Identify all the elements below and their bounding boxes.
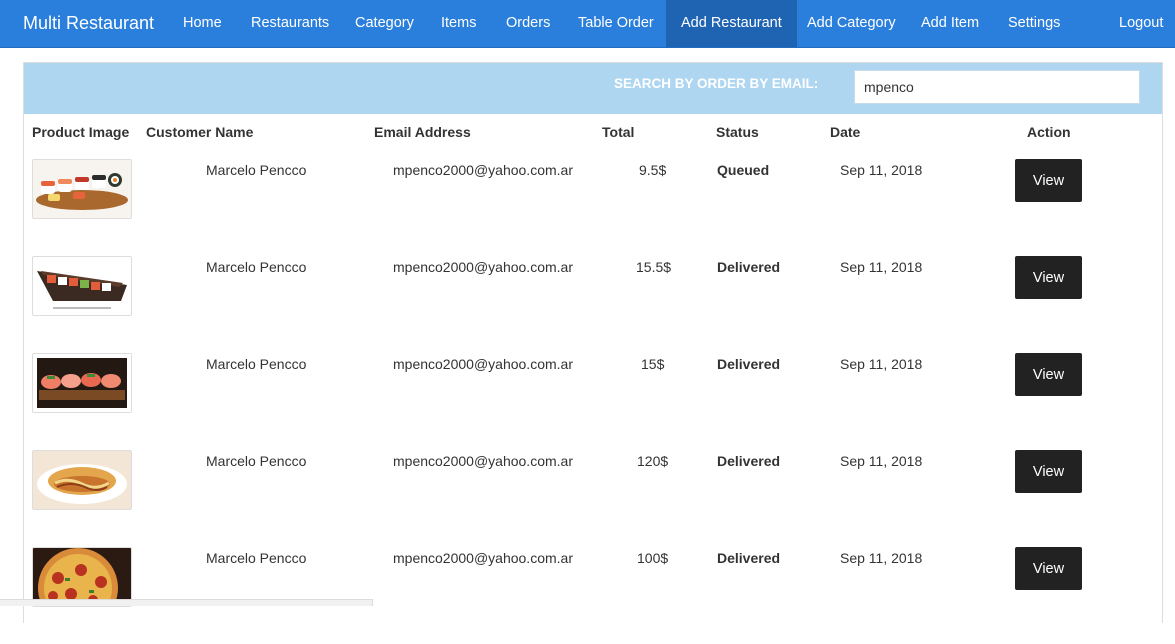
nav-table-order[interactable]: Table Order [578,0,654,47]
table-row: Marcelo Pencco mpenco2000@yahoo.com.ar 1… [0,353,1175,450]
nav-add-category[interactable]: Add Category [807,0,896,47]
top-navbar: Multi Restaurant Home Restaurants Catego… [0,0,1175,48]
header-email-address: Email Address [374,124,471,140]
status-badge: Delivered [717,453,781,469]
email-address: mpenco2000@yahoo.com.ar [393,259,573,275]
order-total: 15$ [641,356,665,372]
order-date: Sep 11, 2018 [840,453,923,469]
email-address: mpenco2000@yahoo.com.ar [393,356,573,372]
customer-name: Marcelo Pencco [206,550,307,566]
view-button[interactable]: View [1015,353,1082,396]
view-button[interactable]: View [1015,159,1082,202]
status-badge: Delivered [717,550,781,566]
table-row: Marcelo Pencco mpenco2000@yahoo.com.ar 1… [0,547,1175,644]
nav-items[interactable]: Items [441,0,476,47]
order-total: 15.5$ [636,259,672,275]
order-date: Sep 11, 2018 [840,550,923,566]
status-badge: Delivered [717,356,781,372]
nav-home[interactable]: Home [183,0,222,47]
nav-restaurants[interactable]: Restaurants [251,0,329,47]
order-date: Sep 11, 2018 [840,356,923,372]
nav-logout[interactable]: Logout [1119,0,1163,47]
table-row: Marcelo Pencco mpenco2000@yahoo.com.ar 9… [0,159,1175,256]
nav-add-item[interactable]: Add Item [921,0,979,47]
brand-logo[interactable]: Multi Restaurant [23,0,154,47]
product-image [32,353,132,413]
customer-name: Marcelo Pencco [206,453,307,469]
view-button[interactable]: View [1015,450,1082,493]
header-status: Status [716,124,759,140]
header-total: Total [602,124,635,140]
table-row: Marcelo Pencco 120$ mpenco2000@yahoo.com… [0,450,1175,547]
customer-name: Marcelo Pencco [206,356,307,372]
header-date: Date [830,124,861,140]
order-total: 100$ [637,550,669,566]
customer-name: Marcelo Pencco [206,259,307,275]
email-address: mpenco2000@yahoo.com.ar [393,550,573,566]
view-button[interactable]: View [1015,256,1082,299]
product-image [32,450,132,510]
status-badge: Queued [717,162,770,178]
product-image [32,547,132,607]
nav-category[interactable]: Category [355,0,414,47]
email-search-input[interactable] [854,70,1140,104]
header-action: Action [1027,124,1071,140]
product-image [32,159,132,219]
order-date: Sep 11, 2018 [840,162,923,178]
nav-settings[interactable]: Settings [1008,0,1060,47]
search-label: SEARCH BY ORDER BY EMAIL: [614,76,819,91]
table-row: Marcelo Pencco mpenco2000@yahoo.com.ar 1… [0,256,1175,353]
email-address: mpenco2000@yahoo.com.ar [393,162,573,178]
nav-add-restaurant[interactable]: Add Restaurant [666,0,797,47]
header-product-image: Product Image [32,124,130,140]
order-total: 120$ [637,453,669,469]
search-bar: SEARCH BY ORDER BY EMAIL: [24,63,1162,114]
status-badge: Delivered [717,259,781,275]
order-total: 9.5$ [639,162,667,178]
header-customer-name: Customer Name [146,124,254,140]
product-image [32,256,132,316]
view-button[interactable]: View [1015,547,1082,590]
email-address: mpenco2000@yahoo.com.ar [393,453,573,469]
order-date: Sep 11, 2018 [840,259,923,275]
customer-name: Marcelo Pencco [206,162,307,178]
nav-orders[interactable]: Orders [506,0,550,47]
